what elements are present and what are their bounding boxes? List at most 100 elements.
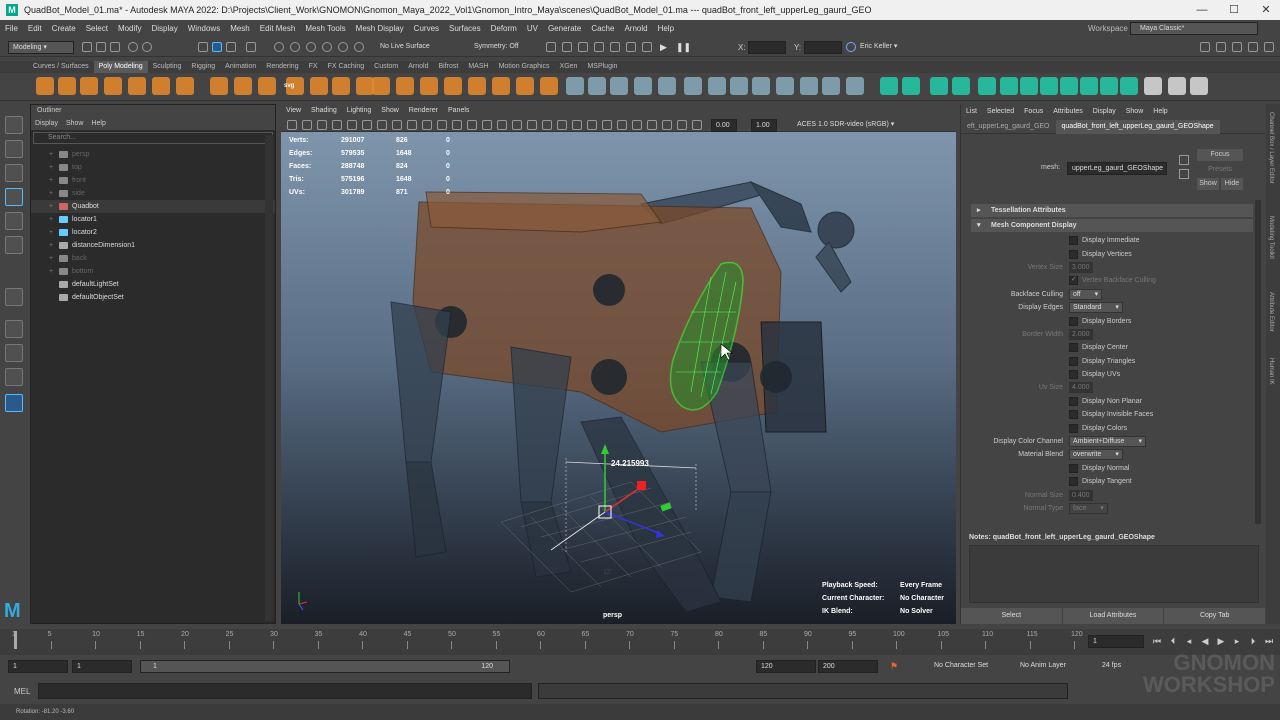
mirror-icon[interactable] [492, 77, 510, 95]
viewport-tool-icon[interactable] [497, 120, 507, 130]
expand-icon[interactable]: + [49, 148, 55, 161]
viewport-tool-icon[interactable] [407, 120, 417, 130]
select-hierarchy-icon[interactable] [198, 42, 208, 52]
menu-help[interactable]: Help [658, 24, 674, 33]
section-tessellation-attributes[interactable]: ▸ Tessellation Attributes [971, 204, 1253, 217]
expand-icon[interactable]: + [49, 213, 55, 226]
render-setup-icon[interactable] [626, 42, 636, 52]
bevel-edges-icon[interactable] [880, 77, 898, 95]
shelf-tab-motion-graphics[interactable]: Motion Graphics [494, 61, 555, 73]
checkbox[interactable] [1069, 236, 1078, 246]
step-forward-key-icon[interactable]: ⏵ [1248, 636, 1258, 646]
viewport-tool-icon[interactable] [287, 120, 297, 130]
x-field[interactable] [748, 41, 786, 54]
shelf-tab-fx-caching[interactable]: FX Caching [323, 61, 370, 73]
rotate-tool-icon[interactable] [5, 212, 23, 230]
checkbox[interactable] [1069, 370, 1078, 380]
viewport-tool-icon[interactable] [377, 120, 387, 130]
viewport-tool-icon[interactable] [452, 120, 462, 130]
expand-icon[interactable]: + [49, 252, 55, 265]
notes-field[interactable] [969, 545, 1259, 603]
menu-modify[interactable]: Modify [118, 24, 142, 33]
outliner-menu-show[interactable]: Show [66, 117, 84, 130]
viewport-tool-icon[interactable] [602, 120, 612, 130]
outliner-layout-icon[interactable] [5, 394, 23, 412]
menu-curves[interactable]: Curves [414, 24, 439, 33]
load-attributes-button[interactable]: Load Attributes [1062, 608, 1165, 624]
3d-scene[interactable]: Verts: 291007 826 0 Edges: 579535 1648 0 Faces: 2… [281, 132, 956, 624]
hypershade-icon[interactable] [610, 42, 620, 52]
outliner-menu-help[interactable]: Help [91, 117, 105, 130]
channel-box-icon[interactable] [1232, 42, 1242, 52]
poly-torus-icon[interactable] [128, 77, 146, 95]
multi-cut-icon[interactable] [776, 77, 794, 95]
svg-tool-icon[interactable] [332, 77, 350, 95]
side-tab-human-ik[interactable]: Human IK [1268, 358, 1274, 385]
expand-icon[interactable]: + [49, 239, 55, 252]
attribute-editor-icon[interactable] [1264, 42, 1274, 52]
shelf-tab-poly-modeling[interactable]: Poly Modeling [93, 61, 148, 73]
light-editor-icon[interactable] [642, 42, 652, 52]
quad-draw-icon[interactable] [846, 77, 864, 95]
menu-mesh-display[interactable]: Mesh Display [356, 24, 404, 33]
time-slider[interactable]: 1510152025303540455055606570758085909510… [0, 629, 1280, 655]
go-to-output-icon[interactable] [1179, 169, 1189, 179]
menu-create[interactable]: Create [52, 24, 76, 33]
viewport-tool-icon[interactable] [512, 120, 522, 130]
select-component-icon[interactable] [226, 42, 236, 52]
viewport-tool-icon[interactable] [677, 120, 687, 130]
viewport-menu-panels[interactable]: Panels [448, 104, 469, 118]
automatic-uv-icon[interactable] [1144, 77, 1162, 95]
checkbox[interactable] [1069, 396, 1078, 406]
anim-start-field[interactable]: 1 [8, 660, 68, 673]
menu-arnold[interactable]: Arnold [624, 24, 647, 33]
presets-button[interactable]: Presets [1197, 164, 1243, 176]
checkbox[interactable] [1069, 356, 1078, 366]
modeling-toolkit-icon[interactable] [1216, 42, 1226, 52]
attr-dropdown[interactable]: overwrite ▾ [1069, 449, 1123, 461]
viewport-menu-show[interactable]: Show [381, 104, 399, 118]
shelf-tab-custom[interactable]: Custom [369, 61, 403, 73]
current-time-marker[interactable] [14, 631, 17, 649]
poly-disc-icon[interactable] [176, 77, 194, 95]
history-icon[interactable] [546, 42, 556, 52]
viewport-menu-view[interactable]: View [286, 104, 301, 118]
menu-edit[interactable]: Edit [28, 24, 42, 33]
extrude-icon[interactable] [610, 77, 628, 95]
poly-gear-icon[interactable] [258, 77, 276, 95]
outliner-item-side[interactable]: + side [31, 187, 275, 200]
step-back-key-icon[interactable]: ⏴ [1168, 636, 1178, 646]
scale-tool-icon[interactable] [5, 236, 23, 254]
snap-edge-icon[interactable] [354, 42, 364, 52]
viewport-tool-icon[interactable] [542, 120, 552, 130]
play-forward-icon[interactable]: ▶ [1216, 636, 1226, 646]
attr-field[interactable]: 2.000 [1069, 328, 1093, 340]
poly-cube-icon[interactable] [58, 77, 76, 95]
insert-edge-loop-icon[interactable] [800, 77, 818, 95]
uv-editor-icon[interactable] [1168, 77, 1186, 95]
fill-hole-icon[interactable] [540, 77, 558, 95]
snap-surface-icon[interactable] [338, 42, 348, 52]
persp-outliner-layout-icon[interactable] [5, 368, 23, 386]
bevel-icon[interactable] [566, 77, 584, 95]
viewport-tool-icon[interactable] [647, 120, 657, 130]
select-button[interactable]: Select [961, 608, 1063, 624]
wedge-icon[interactable] [752, 77, 770, 95]
viewport-menu-lighting[interactable]: Lighting [347, 104, 372, 118]
viewport-tool-icon[interactable] [557, 120, 567, 130]
ae-menu-show[interactable]: Show [1126, 104, 1144, 120]
booleans-icon[interactable] [420, 77, 438, 95]
viewport-tool-icon[interactable] [662, 120, 672, 130]
gamma-field[interactable]: 1.00 [751, 119, 777, 132]
close-button[interactable]: ✕ [1250, 0, 1280, 20]
anim-end-field[interactable]: 200 [818, 660, 878, 673]
snap-point-icon[interactable] [306, 42, 316, 52]
mesh-name-field[interactable]: upperLeg_gaurd_GEOShape [1067, 162, 1167, 175]
menu-display[interactable]: Display [152, 24, 178, 33]
user-dropdown[interactable]: Eric Keller ▾ [856, 41, 922, 54]
outliner-item-distancedimension1[interactable]: + distanceDimension1 [31, 239, 275, 252]
menu-mesh[interactable]: Mesh [230, 24, 250, 33]
outliner-item-defaultlightset[interactable]: defaultLightSet [31, 278, 275, 291]
average-vertices-icon[interactable] [468, 77, 486, 95]
attr-field[interactable]: 3.000 [1069, 261, 1093, 273]
